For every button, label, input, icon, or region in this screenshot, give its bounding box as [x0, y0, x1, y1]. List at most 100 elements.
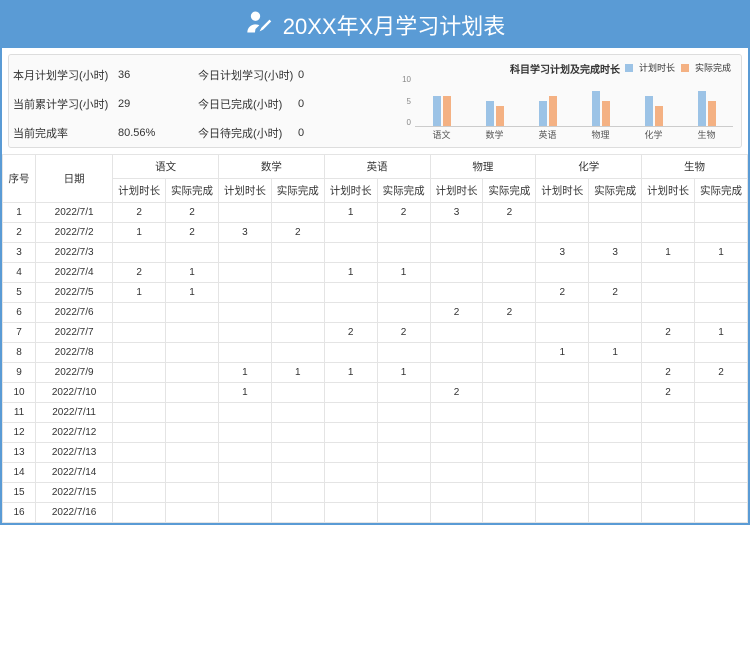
cell-value[interactable] — [642, 503, 695, 523]
cell-value[interactable] — [113, 503, 166, 523]
cell-value[interactable] — [113, 383, 166, 403]
cell-value[interactable] — [166, 363, 219, 383]
cell-value[interactable] — [218, 263, 271, 283]
cell-value[interactable] — [377, 463, 430, 483]
cell-value[interactable] — [166, 383, 219, 403]
cell-value[interactable] — [377, 343, 430, 363]
cell-value[interactable] — [166, 503, 219, 523]
cell-value[interactable]: 1 — [694, 323, 747, 343]
cell-value[interactable] — [642, 263, 695, 283]
cell-value[interactable]: 2 — [377, 323, 430, 343]
cell-value[interactable] — [430, 283, 483, 303]
cell-value[interactable]: 1 — [166, 283, 219, 303]
cell-value[interactable] — [694, 503, 747, 523]
cell-value[interactable] — [483, 463, 536, 483]
cell-value[interactable] — [113, 363, 166, 383]
cell-value[interactable] — [694, 463, 747, 483]
cell-value[interactable] — [377, 383, 430, 403]
cell-value[interactable] — [218, 243, 271, 263]
cell-value[interactable] — [218, 483, 271, 503]
cell-value[interactable] — [271, 263, 324, 283]
cell-value[interactable] — [218, 463, 271, 483]
cell-value[interactable] — [536, 463, 589, 483]
cell-value[interactable] — [642, 283, 695, 303]
cell-value[interactable]: 3 — [536, 243, 589, 263]
cell-value[interactable] — [642, 343, 695, 363]
cell-value[interactable]: 1 — [218, 363, 271, 383]
cell-value[interactable] — [166, 303, 219, 323]
cell-value[interactable] — [271, 463, 324, 483]
cell-value[interactable] — [536, 223, 589, 243]
cell-value[interactable] — [271, 423, 324, 443]
cell-value[interactable]: 3 — [430, 203, 483, 223]
cell-value[interactable] — [694, 443, 747, 463]
cell-value[interactable] — [642, 483, 695, 503]
cell-value[interactable] — [430, 263, 483, 283]
cell-value[interactable] — [483, 283, 536, 303]
cell-value[interactable] — [324, 383, 377, 403]
cell-value[interactable] — [536, 303, 589, 323]
cell-value[interactable] — [536, 263, 589, 283]
cell-value[interactable] — [694, 343, 747, 363]
cell-value[interactable]: 2 — [483, 303, 536, 323]
cell-value[interactable] — [377, 483, 430, 503]
cell-value[interactable] — [218, 443, 271, 463]
cell-value[interactable] — [113, 423, 166, 443]
cell-value[interactable]: 2 — [642, 383, 695, 403]
cell-value[interactable]: 1 — [377, 263, 430, 283]
cell-value[interactable] — [430, 443, 483, 463]
cell-value[interactable] — [483, 343, 536, 363]
cell-value[interactable] — [377, 243, 430, 263]
cell-value[interactable] — [694, 483, 747, 503]
cell-value[interactable] — [483, 403, 536, 423]
cell-value[interactable] — [589, 463, 642, 483]
cell-value[interactable] — [166, 443, 219, 463]
cell-value[interactable] — [324, 283, 377, 303]
cell-value[interactable] — [271, 383, 324, 403]
cell-value[interactable]: 1 — [324, 363, 377, 383]
cell-value[interactable] — [642, 223, 695, 243]
cell-value[interactable] — [589, 483, 642, 503]
cell-value[interactable] — [483, 423, 536, 443]
cell-value[interactable]: 1 — [536, 343, 589, 363]
cell-value[interactable] — [642, 203, 695, 223]
cell-value[interactable] — [377, 223, 430, 243]
cell-value[interactable] — [271, 323, 324, 343]
cell-value[interactable] — [536, 423, 589, 443]
cell-value[interactable] — [113, 303, 166, 323]
cell-value[interactable] — [113, 323, 166, 343]
cell-value[interactable] — [271, 443, 324, 463]
cell-value[interactable] — [324, 243, 377, 263]
cell-value[interactable] — [483, 223, 536, 243]
cell-value[interactable] — [218, 403, 271, 423]
cell-value[interactable] — [430, 223, 483, 243]
cell-value[interactable]: 2 — [694, 363, 747, 383]
cell-value[interactable]: 2 — [324, 323, 377, 343]
cell-value[interactable]: 1 — [377, 363, 430, 383]
cell-value[interactable] — [694, 383, 747, 403]
cell-value[interactable]: 2 — [642, 323, 695, 343]
cell-value[interactable]: 1 — [218, 383, 271, 403]
cell-value[interactable] — [589, 363, 642, 383]
cell-value[interactable] — [536, 363, 589, 383]
cell-value[interactable] — [166, 323, 219, 343]
cell-value[interactable]: 2 — [113, 263, 166, 283]
cell-value[interactable] — [483, 383, 536, 403]
cell-value[interactable]: 2 — [483, 203, 536, 223]
cell-value[interactable] — [589, 223, 642, 243]
cell-value[interactable] — [271, 303, 324, 323]
cell-value[interactable]: 2 — [377, 203, 430, 223]
cell-value[interactable] — [324, 223, 377, 243]
cell-value[interactable] — [694, 403, 747, 423]
cell-value[interactable] — [642, 443, 695, 463]
cell-value[interactable] — [218, 343, 271, 363]
cell-value[interactable] — [430, 323, 483, 343]
cell-value[interactable] — [377, 423, 430, 443]
cell-value[interactable] — [324, 463, 377, 483]
cell-value[interactable] — [430, 463, 483, 483]
cell-value[interactable]: 1 — [113, 283, 166, 303]
cell-value[interactable] — [694, 203, 747, 223]
cell-value[interactable] — [430, 423, 483, 443]
cell-value[interactable] — [642, 403, 695, 423]
cell-value[interactable] — [377, 403, 430, 423]
